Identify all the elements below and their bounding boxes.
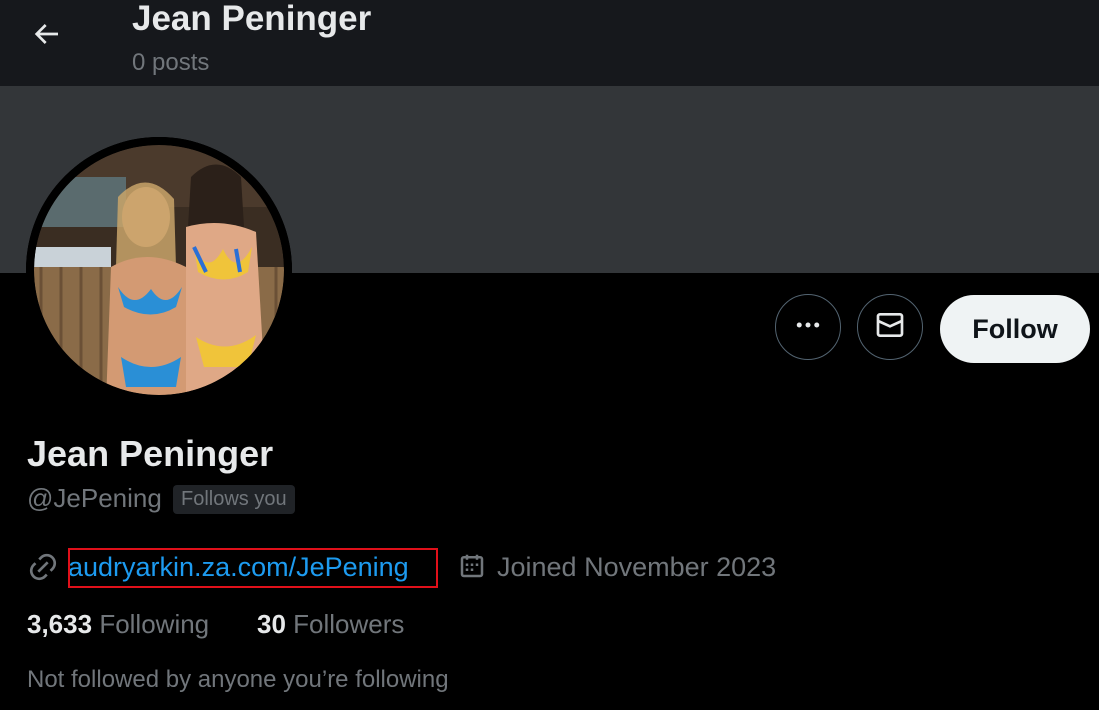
more-horizontal-icon [793,310,823,345]
followers-link[interactable]: 30 Followers [257,607,404,641]
following-link[interactable]: 3,633 Following [27,607,209,641]
back-button[interactable] [24,14,68,58]
display-name: Jean Peninger [27,433,274,474]
link-icon [27,551,59,588]
back-arrow-icon [30,18,62,55]
envelope-icon [874,309,906,346]
joined-date: Joined November 2023 [497,552,777,582]
message-button[interactable] [857,294,923,360]
follow-button[interactable]: Follow [940,295,1090,363]
followers-count: 30 [257,609,286,639]
calendar-icon [457,551,487,586]
following-count: 3,633 [27,609,93,639]
header-title: Jean Peninger [132,0,372,38]
following-label: Following [99,609,210,639]
user-handle: @JePening [27,483,162,513]
social-context-text: Not followed by anyone you’re following [27,666,449,693]
more-options-button[interactable] [775,294,841,360]
profile-website-link[interactable]: audryarkin.za.com/JePening [68,549,409,585]
post-count: 0 posts [132,49,210,76]
follows-you-badge: Follows you [173,485,295,514]
profile-page: Jean Peninger 0 posts Follow Jean Pening… [0,0,1099,710]
profile-avatar[interactable] [26,137,292,403]
top-bar: Jean Peninger 0 posts [0,0,1099,86]
followers-label: Followers [293,609,405,639]
